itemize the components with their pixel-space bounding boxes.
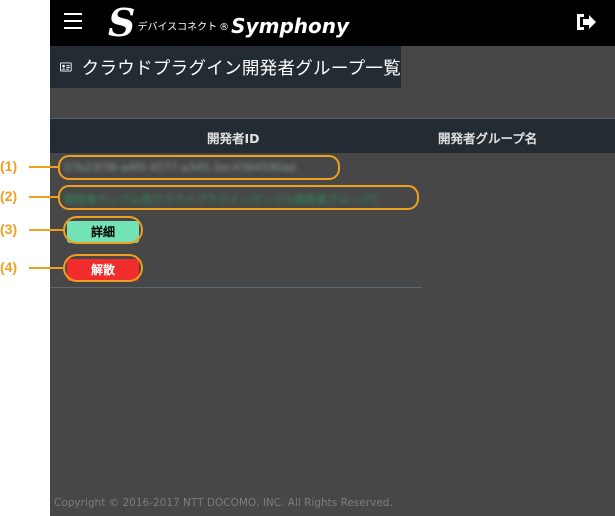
- annotation-label-1: (1): [0, 158, 18, 174]
- annotation-label-2: (2): [0, 188, 18, 204]
- table-header: 開発者ID 開発者グループ名: [50, 118, 615, 153]
- id-card-icon: [60, 62, 72, 72]
- logo-subtitle: デバイスコネクト: [137, 22, 218, 33]
- annotation-label-4: (4): [0, 259, 18, 275]
- annotation-box-4: [63, 254, 143, 282]
- hamburger-menu-icon[interactable]: [64, 13, 82, 31]
- row-divider: [50, 287, 422, 288]
- top-bar: S デバイスコネクト ® Symphony: [50, 0, 615, 46]
- annotation-line-4: [29, 267, 65, 269]
- annotation-label-3: (3): [0, 221, 18, 237]
- annotation-box-1: [58, 155, 340, 180]
- logo-registered-mark: ®: [219, 22, 230, 33]
- logout-icon[interactable]: [575, 12, 597, 32]
- copyright-footer: Copyright © 2016-2017 NTT DOCOMO, INC. A…: [54, 497, 393, 509]
- symphony-logo: S デバイスコネクト ® Symphony: [108, 3, 349, 43]
- column-header-group-name: 開発者グループ名: [438, 131, 538, 146]
- annotation-line-2: [29, 196, 59, 198]
- page-title: クラウドプラグイン開発者グループ一覧: [81, 58, 401, 79]
- annotation-line-1: [29, 166, 59, 168]
- page-title-bar: クラウドプラグイン開発者グループ一覧: [50, 46, 401, 88]
- annotation-box-3: [63, 216, 143, 244]
- column-header-developer-id: 開発者ID: [207, 131, 260, 146]
- logo-title: Symphony: [231, 14, 350, 38]
- annotation-box-2: [58, 185, 419, 210]
- logo-s-mark: S: [108, 0, 136, 45]
- annotation-line-3: [29, 229, 65, 231]
